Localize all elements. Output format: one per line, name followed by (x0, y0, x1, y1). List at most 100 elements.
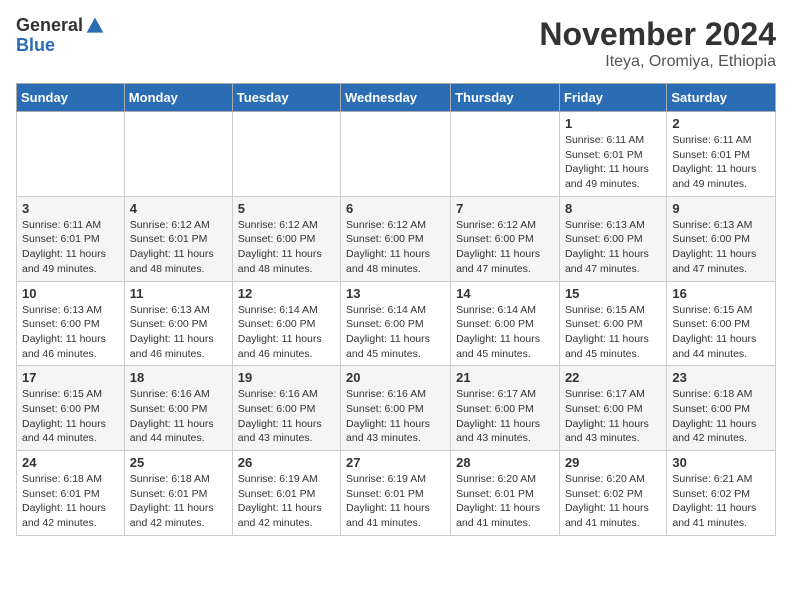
day-info: Sunrise: 6:17 AMSunset: 6:00 PMDaylight:… (456, 387, 554, 446)
day-number: 23 (672, 370, 770, 385)
day-number: 3 (22, 201, 119, 216)
calendar-col-thursday: Thursday (451, 84, 560, 112)
calendar-cell: 23 Sunrise: 6:18 AMSunset: 6:00 PMDayligh… (667, 366, 776, 451)
day-info: Sunrise: 6:13 AMSunset: 6:00 PMDaylight:… (130, 303, 227, 362)
calendar-cell (17, 112, 125, 197)
calendar-cell (232, 112, 340, 197)
calendar-cell: 28 Sunrise: 6:20 AMSunset: 6:01 PMDayligh… (451, 451, 560, 536)
page-subtitle: Iteya, Oromiya, Ethiopia (539, 53, 776, 71)
day-info: Sunrise: 6:15 AMSunset: 6:00 PMDaylight:… (565, 303, 661, 362)
day-number: 15 (565, 286, 661, 301)
day-number: 2 (672, 116, 770, 131)
calendar-cell: 1 Sunrise: 6:11 AMSunset: 6:01 PMDaylight… (559, 112, 666, 197)
day-number: 28 (456, 455, 554, 470)
calendar-cell: 11 Sunrise: 6:13 AMSunset: 6:00 PMDayligh… (124, 281, 232, 366)
calendar-col-monday: Monday (124, 84, 232, 112)
page-title: November 2024 (539, 16, 776, 53)
calendar-cell: 10 Sunrise: 6:13 AMSunset: 6:00 PMDayligh… (17, 281, 125, 366)
day-info: Sunrise: 6:18 AMSunset: 6:00 PMDaylight:… (672, 387, 770, 446)
calendar-cell: 7 Sunrise: 6:12 AMSunset: 6:00 PMDaylight… (451, 196, 560, 281)
day-info: Sunrise: 6:21 AMSunset: 6:02 PMDaylight:… (672, 472, 770, 531)
day-info: Sunrise: 6:15 AMSunset: 6:00 PMDaylight:… (22, 387, 119, 446)
day-info: Sunrise: 6:12 AMSunset: 6:01 PMDaylight:… (130, 218, 227, 277)
day-number: 27 (346, 455, 445, 470)
day-info: Sunrise: 6:14 AMSunset: 6:00 PMDaylight:… (456, 303, 554, 362)
day-info: Sunrise: 6:19 AMSunset: 6:01 PMDaylight:… (346, 472, 445, 531)
day-number: 19 (238, 370, 335, 385)
calendar-col-tuesday: Tuesday (232, 84, 340, 112)
calendar-cell: 22 Sunrise: 6:17 AMSunset: 6:00 PMDayligh… (559, 366, 666, 451)
day-info: Sunrise: 6:17 AMSunset: 6:00 PMDaylight:… (565, 387, 661, 446)
day-number: 13 (346, 286, 445, 301)
day-number: 21 (456, 370, 554, 385)
calendar-cell: 13 Sunrise: 6:14 AMSunset: 6:00 PMDayligh… (341, 281, 451, 366)
day-info: Sunrise: 6:16 AMSunset: 6:00 PMDaylight:… (238, 387, 335, 446)
day-number: 18 (130, 370, 227, 385)
calendar-cell: 17 Sunrise: 6:15 AMSunset: 6:00 PMDayligh… (17, 366, 125, 451)
day-number: 7 (456, 201, 554, 216)
day-number: 16 (672, 286, 770, 301)
day-info: Sunrise: 6:14 AMSunset: 6:00 PMDaylight:… (346, 303, 445, 362)
day-number: 6 (346, 201, 445, 216)
calendar-cell: 9 Sunrise: 6:13 AMSunset: 6:00 PMDaylight… (667, 196, 776, 281)
day-info: Sunrise: 6:20 AMSunset: 6:02 PMDaylight:… (565, 472, 661, 531)
day-number: 14 (456, 286, 554, 301)
day-info: Sunrise: 6:18 AMSunset: 6:01 PMDaylight:… (130, 472, 227, 531)
calendar-cell: 29 Sunrise: 6:20 AMSunset: 6:02 PMDayligh… (559, 451, 666, 536)
day-number: 8 (565, 201, 661, 216)
calendar-week-row: 24 Sunrise: 6:18 AMSunset: 6:01 PMDayligh… (17, 451, 776, 536)
day-number: 17 (22, 370, 119, 385)
day-number: 11 (130, 286, 227, 301)
day-info: Sunrise: 6:18 AMSunset: 6:01 PMDaylight:… (22, 472, 119, 531)
day-info: Sunrise: 6:20 AMSunset: 6:01 PMDaylight:… (456, 472, 554, 531)
logo: General Blue (16, 16, 105, 56)
calendar-cell: 18 Sunrise: 6:16 AMSunset: 6:00 PMDayligh… (124, 366, 232, 451)
logo-icon (85, 16, 105, 36)
day-info: Sunrise: 6:19 AMSunset: 6:01 PMDaylight:… (238, 472, 335, 531)
day-info: Sunrise: 6:11 AMSunset: 6:01 PMDaylight:… (565, 133, 661, 192)
day-info: Sunrise: 6:13 AMSunset: 6:00 PMDaylight:… (22, 303, 119, 362)
day-number: 9 (672, 201, 770, 216)
calendar-cell: 14 Sunrise: 6:14 AMSunset: 6:00 PMDayligh… (451, 281, 560, 366)
day-number: 20 (346, 370, 445, 385)
logo-general: General (16, 16, 83, 36)
calendar-week-row: 17 Sunrise: 6:15 AMSunset: 6:00 PMDayligh… (17, 366, 776, 451)
day-number: 12 (238, 286, 335, 301)
day-info: Sunrise: 6:12 AMSunset: 6:00 PMDaylight:… (456, 218, 554, 277)
calendar-week-row: 10 Sunrise: 6:13 AMSunset: 6:00 PMDayligh… (17, 281, 776, 366)
day-number: 30 (672, 455, 770, 470)
day-number: 10 (22, 286, 119, 301)
calendar-cell: 20 Sunrise: 6:16 AMSunset: 6:00 PMDayligh… (341, 366, 451, 451)
day-number: 4 (130, 201, 227, 216)
calendar-cell: 15 Sunrise: 6:15 AMSunset: 6:00 PMDayligh… (559, 281, 666, 366)
calendar-cell: 26 Sunrise: 6:19 AMSunset: 6:01 PMDayligh… (232, 451, 340, 536)
calendar-cell: 5Sunrise: 6:12 AMSunset: 6:00 PMDaylight… (232, 196, 340, 281)
calendar-cell: 21 Sunrise: 6:17 AMSunset: 6:00 PMDayligh… (451, 366, 560, 451)
calendar-table: SundayMondayTuesdayWednesdayThursdayFrid… (16, 83, 776, 536)
calendar-cell: 4 Sunrise: 6:12 AMSunset: 6:01 PMDaylight… (124, 196, 232, 281)
title-block: November 2024 Iteya, Oromiya, Ethiopia (539, 16, 776, 71)
day-number: 26 (238, 455, 335, 470)
calendar-cell (341, 112, 451, 197)
calendar-col-friday: Friday (559, 84, 666, 112)
calendar-col-wednesday: Wednesday (341, 84, 451, 112)
calendar-cell (124, 112, 232, 197)
calendar-header-row: SundayMondayTuesdayWednesdayThursdayFrid… (17, 84, 776, 112)
page-header: General Blue November 2024 Iteya, Oromiy… (16, 16, 776, 71)
calendar-cell: 30 Sunrise: 6:21 AMSunset: 6:02 PMDayligh… (667, 451, 776, 536)
calendar-cell: 24 Sunrise: 6:18 AMSunset: 6:01 PMDayligh… (17, 451, 125, 536)
calendar-cell: 16Sunrise: 6:15 AMSunset: 6:00 PMDayligh… (667, 281, 776, 366)
day-number: 29 (565, 455, 661, 470)
day-number: 1 (565, 116, 661, 131)
calendar-cell: 25Sunrise: 6:18 AMSunset: 6:01 PMDayligh… (124, 451, 232, 536)
day-number: 22 (565, 370, 661, 385)
calendar-cell: 6Sunrise: 6:12 AMSunset: 6:00 PMDaylight… (341, 196, 451, 281)
day-info: Sunrise: 6:13 AMSunset: 6:00 PMDaylight:… (672, 218, 770, 277)
day-info: Sunrise: 6:16 AMSunset: 6:00 PMDaylight:… (130, 387, 227, 446)
calendar-cell: 27 Sunrise: 6:19 AMSunset: 6:01 PMDayligh… (341, 451, 451, 536)
calendar-col-sunday: Sunday (17, 84, 125, 112)
day-number: 24 (22, 455, 119, 470)
calendar-col-saturday: Saturday (667, 84, 776, 112)
calendar-cell (451, 112, 560, 197)
day-info: Sunrise: 6:16 AMSunset: 6:00 PMDaylight:… (346, 387, 445, 446)
